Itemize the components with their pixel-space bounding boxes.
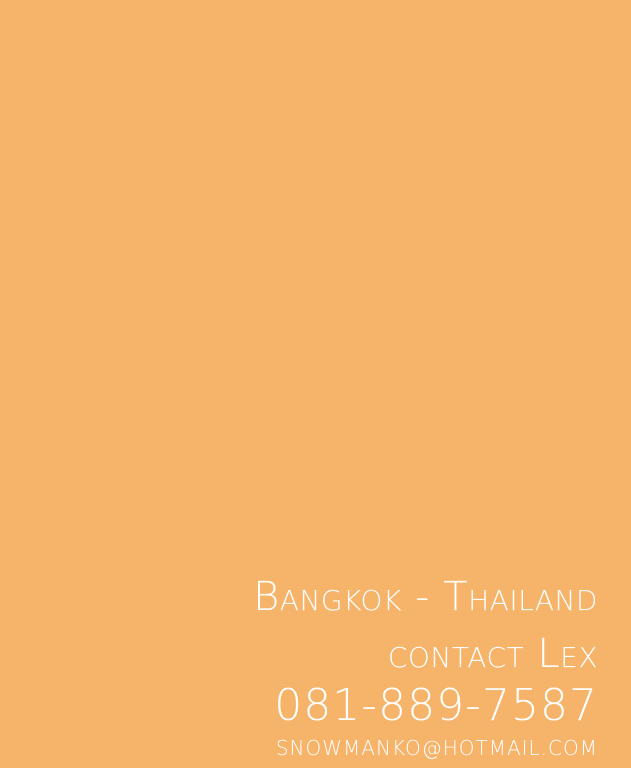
location-text: Bangkok - Thailand bbox=[253, 574, 598, 620]
email-text: SNOWMANKO@HOTMAIL.COM bbox=[275, 736, 598, 760]
phone-number-text: 081-889-7587 bbox=[274, 680, 598, 731]
contact-info-block: Bangkok - Thailand contact Lex 081-889-7… bbox=[38, 577, 598, 758]
card-background: Bangkok - Thailand contact Lex 081-889-7… bbox=[0, 0, 631, 768]
contact-name-text: contact Lex bbox=[387, 631, 598, 677]
